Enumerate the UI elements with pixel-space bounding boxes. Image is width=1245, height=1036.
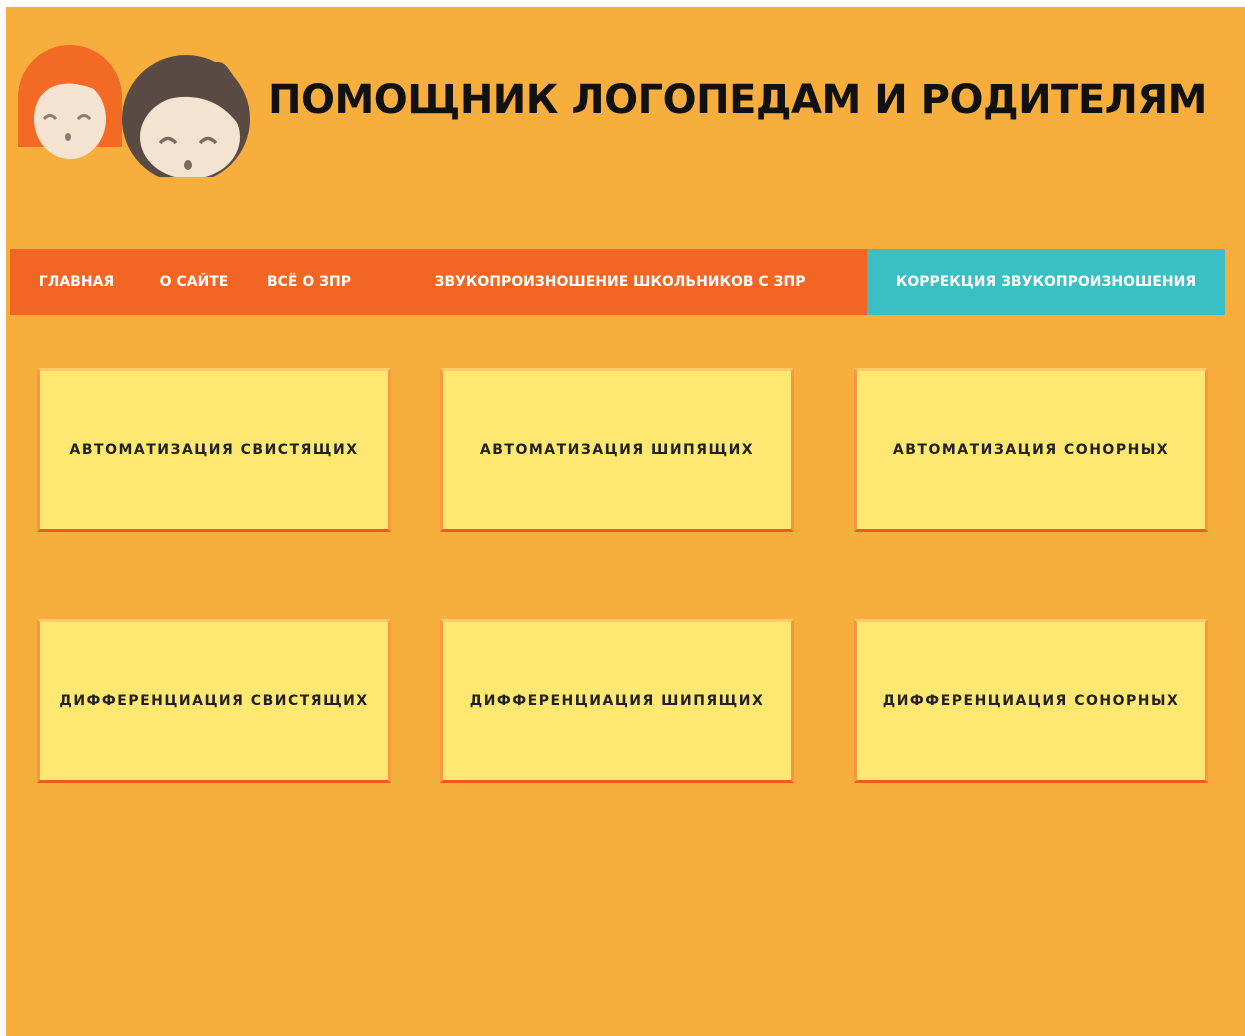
- card-differentiation-sonorant[interactable]: дифференциация сонорных: [854, 619, 1208, 783]
- nav-item-pronunciation[interactable]: ЗВУКОПРОИЗНОШЕНИЕ ШКОЛЬНИКОВ С ЗПР: [373, 249, 867, 315]
- card-automation-whistling[interactable]: автоматизация свистящих: [37, 368, 391, 532]
- site-title: ПОМОЩНИК ЛОГОПЕДАМ И РОДИТЕЛЯМ: [268, 77, 1207, 123]
- children-faces-icon[interactable]: [12, 37, 252, 177]
- main-nav: ГЛАВНАЯ О САЙТЕ ВСЁ О ЗПР ЗВУКОПРОИЗНОШЕ…: [10, 249, 1225, 315]
- card-label: дифференциация сонорных: [882, 693, 1180, 709]
- nav-item-about[interactable]: О САЙТЕ: [143, 249, 245, 315]
- card-automation-hissing[interactable]: автоматизация шипящих: [440, 368, 794, 532]
- header: ПОМОЩНИК ЛОГОПЕДАМ И РОДИТЕЛЯМ: [6, 7, 1245, 237]
- card-differentiation-hissing[interactable]: дифференциация шипящих: [440, 619, 794, 783]
- boy-face-icon: [122, 55, 250, 177]
- nav-item-correction[interactable]: КОРРЕКЦИЯ ЗВУКОПРОИЗНОШЕНИЯ: [867, 249, 1225, 315]
- card-label: автоматизация свистящих: [69, 442, 359, 458]
- card-label: дифференциация свистящих: [59, 693, 369, 709]
- nav-item-home[interactable]: ГЛАВНАЯ: [10, 249, 143, 315]
- card-label: автоматизация сонорных: [892, 442, 1170, 458]
- card-label: дифференциация шипящих: [469, 693, 765, 709]
- card-label: автоматизация шипящих: [479, 442, 755, 458]
- page: ПОМОЩНИК ЛОГОПЕДАМ И РОДИТЕЛЯМ ГЛАВНАЯ О…: [6, 7, 1245, 1036]
- card-differentiation-whistling[interactable]: дифференциация свистящих: [37, 619, 391, 783]
- girl-face-icon: [18, 45, 122, 159]
- nav-item-zpr[interactable]: ВСЁ О ЗПР: [245, 249, 373, 315]
- card-automation-sonorant[interactable]: автоматизация сонорных: [854, 368, 1208, 532]
